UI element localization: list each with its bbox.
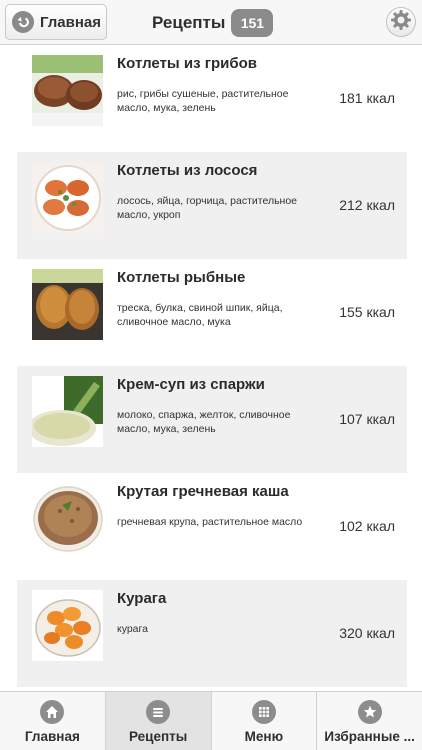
recipe-photo — [32, 590, 103, 661]
recipe-ingredients: лосось, яйца, горчица, растительное масл… — [117, 195, 298, 221]
page-title-group: Рецепты 151 — [152, 8, 274, 38]
gear-icon — [390, 9, 412, 36]
recipe-title: Котлеты из лосося — [117, 162, 258, 179]
recipe-list[interactable]: Котлеты из грибов рис, грибы сушеные, ра… — [0, 45, 422, 691]
back-button-label: Главная — [40, 13, 102, 31]
recipe-row[interactable]: Крутая гречневая каша гречневая крупа, р… — [17, 473, 407, 580]
recipe-row[interactable]: Котлеты из грибов рис, грибы сушеные, ра… — [17, 45, 407, 152]
recipe-ingredients: треска, булка, свиной шпик, яйца, сливоч… — [117, 302, 283, 328]
recipe-title: Курага — [117, 590, 167, 607]
recipe-calories: 102 ккал — [339, 518, 395, 534]
settings-button[interactable] — [386, 7, 416, 37]
back-button[interactable]: Главная — [5, 4, 107, 40]
tab-recipes[interactable]: Рецепты — [105, 692, 212, 750]
bottom-tab-bar: Главная Рецепты Меню Избранные ... — [0, 691, 422, 750]
recipe-calories: 181 ккал — [339, 90, 395, 106]
recipe-row[interactable]: Курага курага 320 ккал — [17, 580, 407, 687]
recipe-calories: 212 ккал — [339, 197, 395, 213]
top-navigation-bar: Главная Рецепты 151 — [0, 0, 422, 45]
recipe-photo — [32, 55, 103, 126]
recipe-title: Крем-суп из спаржи — [117, 376, 265, 393]
back-arrow-icon — [12, 11, 34, 33]
tab-home[interactable]: Главная — [0, 692, 106, 750]
recipe-photo — [32, 483, 103, 554]
tab-favorites[interactable]: Избранные ... — [317, 692, 422, 750]
recipe-calories: 155 ккал — [339, 304, 395, 320]
recipe-row[interactable]: Котлеты рыбные треска, булка, свиной шпи… — [17, 259, 407, 366]
list-icon — [146, 700, 171, 724]
recipe-ingredients: рис, грибы сушеные, растительное масло, … — [117, 88, 289, 114]
page-title: Рецепты — [152, 13, 226, 32]
tab-menu-label: Меню — [244, 729, 284, 744]
recipe-count-badge: 151 — [231, 9, 274, 37]
recipe-title: Крутая гречневая каша — [117, 483, 289, 500]
grid-icon — [251, 700, 276, 724]
home-icon — [40, 700, 65, 724]
recipe-row[interactable]: Котлеты из лосося лосось, яйца, горчица,… — [17, 152, 407, 259]
tab-favorites-label: Избранные ... — [324, 729, 415, 744]
recipe-title: Котлеты из грибов — [117, 55, 258, 72]
recipe-ingredients: молоко, спаржа, желток, сливочное масло,… — [117, 409, 291, 435]
recipe-calories: 107 ккал — [339, 411, 395, 427]
recipe-photo — [32, 162, 103, 233]
tab-home-label: Главная — [24, 729, 80, 744]
recipe-photo — [32, 376, 103, 447]
tab-recipes-label: Рецепты — [128, 729, 188, 744]
recipe-title: Котлеты рыбные — [117, 269, 246, 286]
recipe-photo — [32, 269, 103, 340]
star-icon — [357, 700, 382, 724]
tab-menu[interactable]: Меню — [212, 692, 318, 750]
recipe-row[interactable]: Крем-суп из спаржи молоко, спаржа, желто… — [17, 366, 407, 473]
recipe-ingredients: курага — [117, 623, 148, 635]
recipe-ingredients: гречневая крупа, растительное масло — [117, 516, 303, 528]
recipe-calories: 320 ккал — [339, 625, 395, 641]
